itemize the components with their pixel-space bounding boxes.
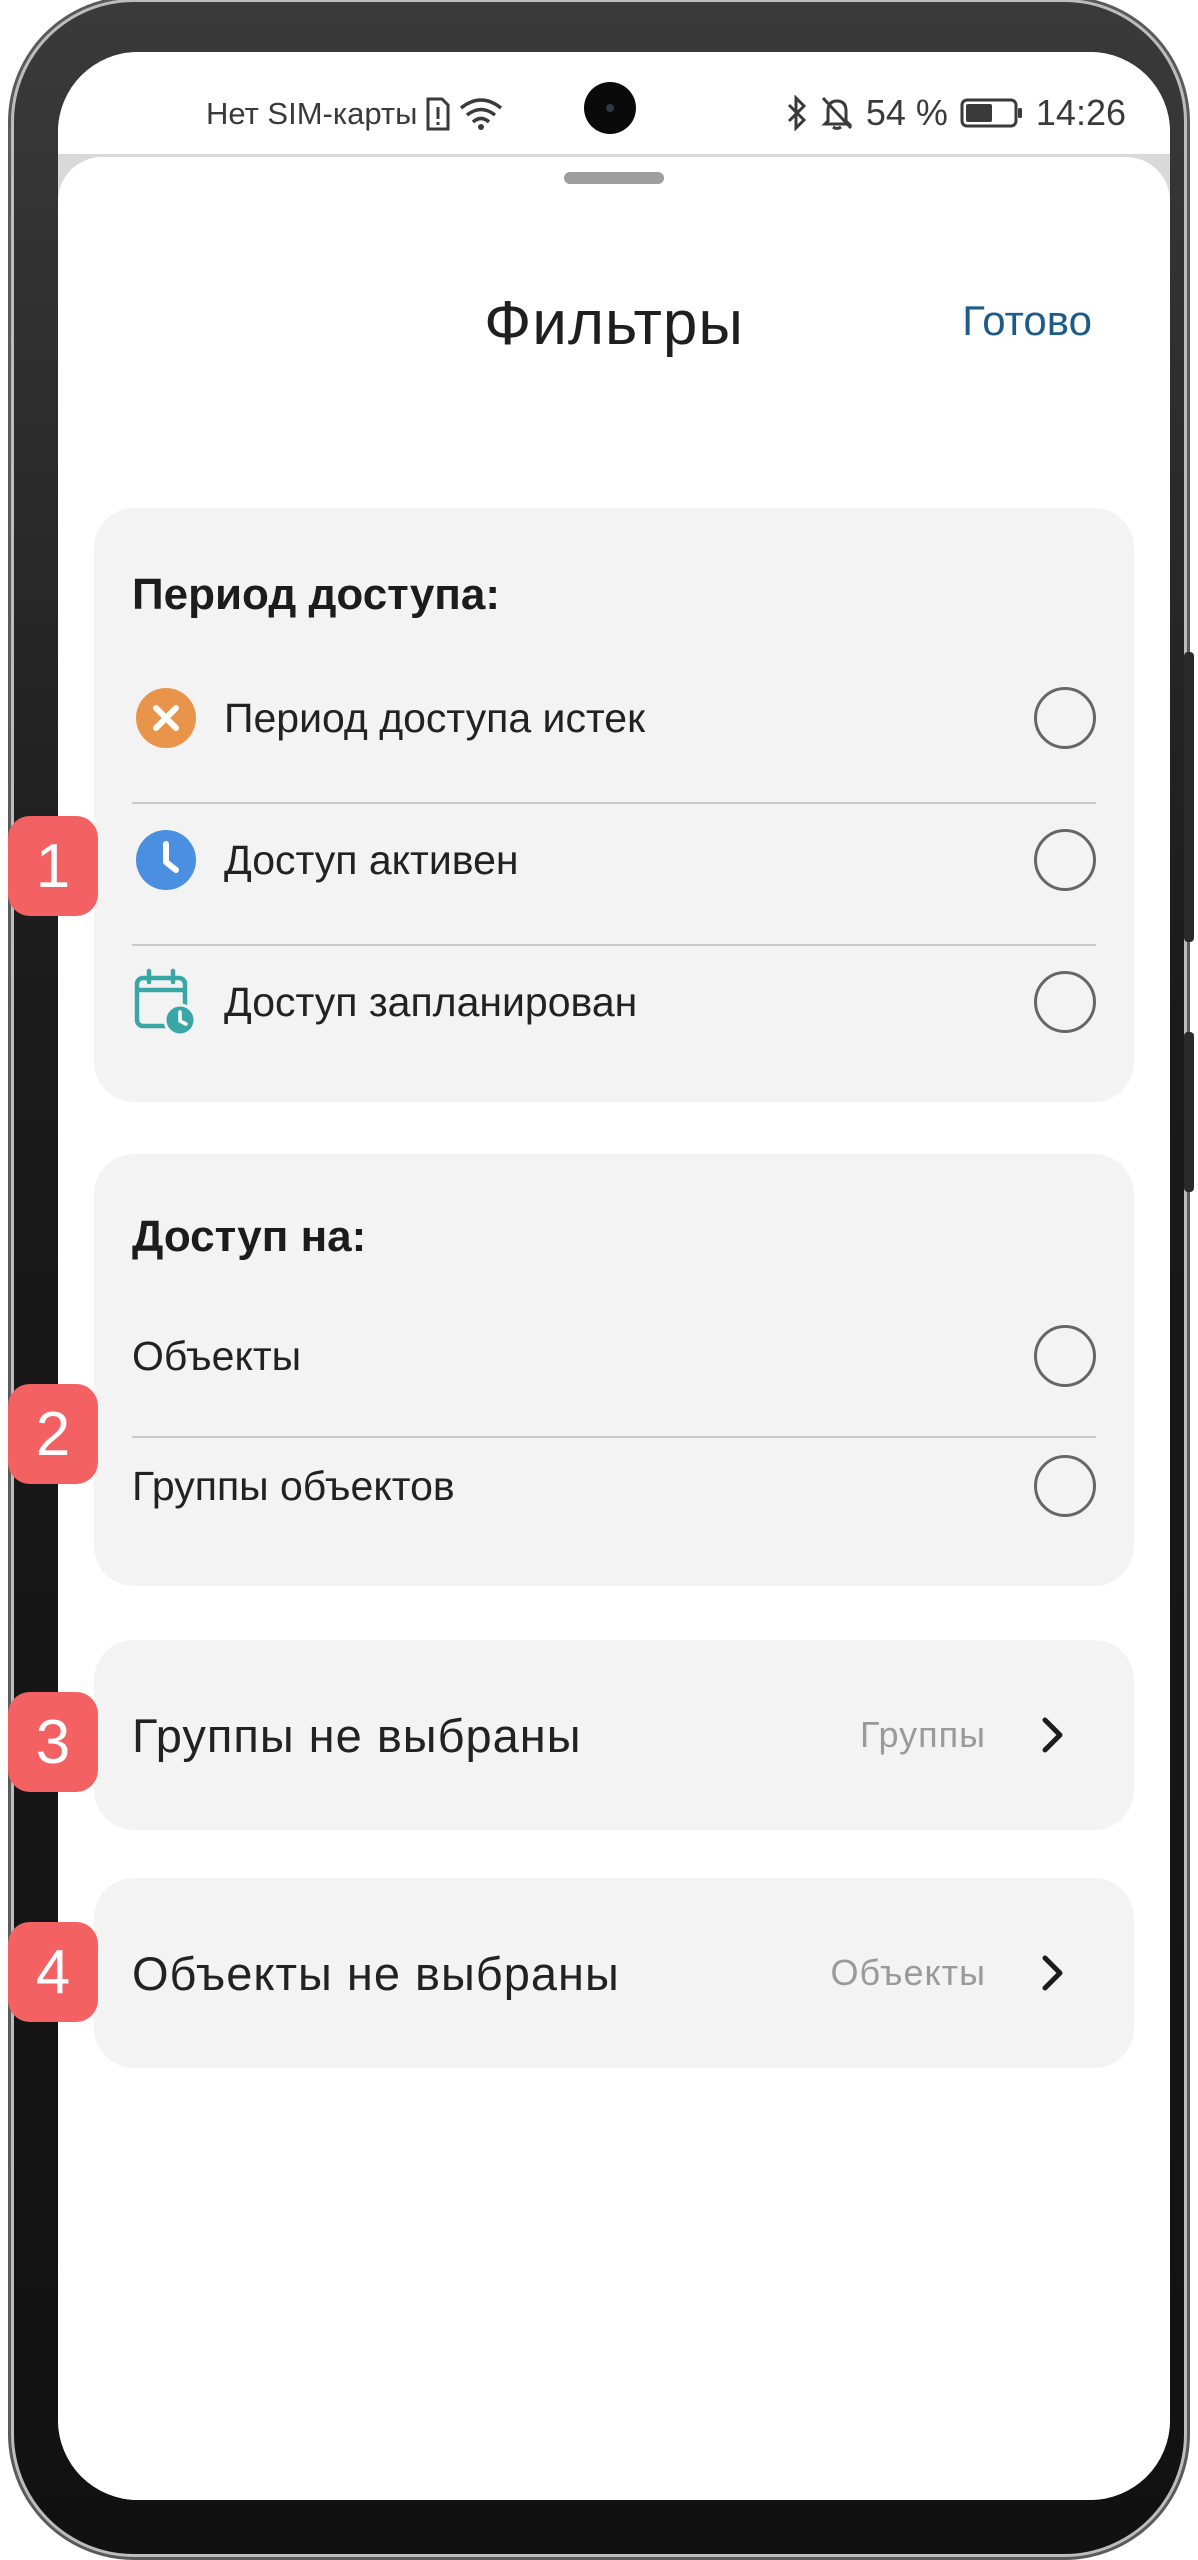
- groups-selector-value: Группы: [860, 1714, 986, 1755]
- power-button: [1184, 1032, 1194, 1192]
- radio-button[interactable]: [1034, 971, 1096, 1033]
- option-label: Доступ активен: [224, 836, 519, 883]
- access-period-card: Период доступа: Период доступа истек Дос…: [94, 508, 1134, 1102]
- radio-button[interactable]: [1034, 1455, 1096, 1517]
- divider: [132, 944, 1096, 946]
- bluetooth-icon: [787, 95, 806, 131]
- wifi-icon: [460, 98, 503, 130]
- option-label: Группы объектов: [132, 1462, 455, 1509]
- radio-button[interactable]: [1034, 687, 1096, 749]
- expired-x-icon: [132, 684, 200, 752]
- radio-button[interactable]: [1034, 1325, 1096, 1387]
- radio-button[interactable]: [1034, 829, 1096, 891]
- status-right: 54 % 14:26: [786, 92, 1126, 134]
- battery-percent: 54 %: [865, 92, 948, 133]
- access-to-card: Доступ на: Объекты Группы объектов: [94, 1154, 1134, 1586]
- volume-button: [1184, 652, 1194, 942]
- annotation-badge-4: 4: [8, 1922, 98, 2022]
- groups-selector-row[interactable]: Группы не выбраны Группы: [132, 1640, 1066, 1830]
- option-access-expired[interactable]: Период доступа истек: [132, 684, 1096, 752]
- bell-muted-icon: [821, 96, 853, 130]
- screen: Нет SIM-карты 54 % 14:26 Фильтры Готово …: [58, 52, 1170, 2500]
- option-object-groups[interactable]: Группы объектов: [132, 1452, 1096, 1520]
- calendar-clock-icon: [132, 968, 200, 1036]
- sim-status: Нет SIM-карты: [206, 96, 418, 131]
- chevron-right-icon: [1042, 1717, 1063, 1753]
- front-camera: [584, 82, 636, 134]
- sheet-grabber[interactable]: [564, 172, 664, 184]
- objects-selector-label: Объекты не выбраны: [132, 1946, 620, 2000]
- sim-alert-icon: [426, 97, 450, 131]
- access-period-heading: Период доступа:: [132, 570, 500, 619]
- objects-selector-card[interactable]: Объекты не выбраны Объекты: [94, 1878, 1134, 2068]
- option-label: Объекты: [132, 1332, 302, 1379]
- chevron-right-icon: [1042, 1955, 1063, 1991]
- clock-time: 14:26: [1035, 92, 1126, 133]
- annotation-badge-3: 3: [8, 1692, 98, 1792]
- divider: [132, 802, 1096, 804]
- objects-selector-row[interactable]: Объекты не выбраны Объекты: [132, 1878, 1066, 2068]
- divider: [132, 1436, 1096, 1438]
- objects-selector-value: Объекты: [830, 1952, 986, 1993]
- option-access-scheduled[interactable]: Доступ запланирован: [132, 968, 1096, 1036]
- option-access-active[interactable]: Доступ активен: [132, 826, 1096, 894]
- status-left: Нет SIM-карты: [206, 96, 503, 132]
- annotation-badge-1: 1: [8, 816, 98, 916]
- clock-icon: [132, 826, 200, 894]
- groups-selector-label: Группы не выбраны: [132, 1708, 582, 1762]
- battery-icon: [960, 98, 1022, 128]
- phone-frame: Нет SIM-карты 54 % 14:26 Фильтры Готово …: [14, 2, 1194, 2554]
- annotation-badge-2: 2: [8, 1384, 98, 1484]
- access-to-heading: Доступ на:: [132, 1212, 367, 1261]
- option-objects[interactable]: Объекты: [132, 1322, 1096, 1390]
- done-button[interactable]: Готово: [956, 296, 1098, 346]
- groups-selector-card[interactable]: Группы не выбраны Группы: [94, 1640, 1134, 1830]
- option-label: Период доступа истек: [224, 694, 646, 741]
- option-label: Доступ запланирован: [224, 978, 638, 1025]
